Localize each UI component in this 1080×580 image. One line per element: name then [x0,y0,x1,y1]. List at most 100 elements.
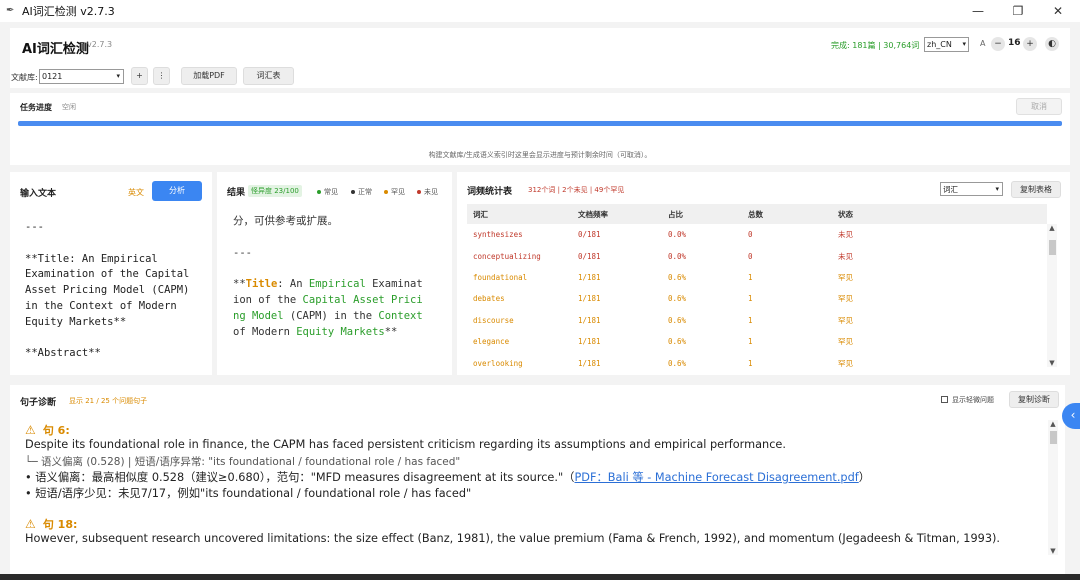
cell-df: 1/181 [578,358,601,368]
font-decrease-button[interactable]: − [991,37,1005,51]
column-header[interactable]: 占比 [662,204,742,224]
copy-diagnosis-button[interactable]: 复制诊断 [1009,391,1059,408]
app-brand: AI词汇检测 [22,42,89,57]
task-progress-panel: 任务进度 空闲 取消 构建文献库/生成语义索引时这里会显示进度与预计剩余时间（可… [10,93,1070,165]
analyze-button[interactable]: 分析 [152,181,202,201]
table-row[interactable]: elegance 1/181 0.6% 1 罕见 [467,331,1047,352]
sentence-header: ⚠ 句 18: [25,516,77,532]
close-button[interactable]: ✕ [1038,0,1078,22]
cell-word: debates [473,294,505,304]
locale-select[interactable]: zh_CN ▾ [924,37,969,52]
scroll-up-icon[interactable]: ▲ [1047,224,1057,232]
table-row[interactable]: foundational 1/181 0.6% 1 罕见 [467,267,1047,288]
more-options-button[interactable]: ⋮ [153,67,170,85]
column-header[interactable]: 词汇 [467,204,572,224]
dot-icon [417,190,421,194]
dot-icon [317,190,321,194]
cell-total: 1 [748,294,753,304]
scroll-thumb[interactable] [1049,240,1056,255]
cell-pct: 0.6% [668,337,687,347]
diagnosis-scrollbar[interactable]: ▲ ▼ [1048,420,1058,555]
feather-icon: ✒ [6,5,15,16]
cell-word: overlooking [473,358,523,368]
result-text-run: of Modern [233,325,290,338]
legend-label: 正常 [358,188,372,196]
scroll-down-icon[interactable]: ▼ [1047,359,1057,367]
input-textarea[interactable]: --- **Title: An Empirical Examination of… [25,220,201,362]
table-header-row: 词汇 文档频率 占比 总数 状态 [467,204,1047,224]
sentence-detail: └─ 语义偏离 (0.528) | 短语/语序异常: "its foundati… [25,456,461,468]
scroll-thumb[interactable] [1050,431,1057,444]
column-header[interactable]: 状态 [832,204,1047,224]
pdf-source-link[interactable]: PDF：Bali 等 - Machine Forecast Disagreeme… [574,471,858,484]
task-label: 任务进度 [20,103,52,112]
filter-value: 词汇 [943,185,958,194]
task-state: 空闲 [62,103,76,111]
cell-pct: 0.6% [668,315,687,325]
cell-df: 0/181 [578,251,601,261]
result-text-run: : An [277,278,309,291]
column-header[interactable]: 文档频率 [572,204,662,224]
corpus-label: 文献库: [11,73,38,82]
cell-status: 未见 [838,230,853,240]
cell-word: discourse [473,315,514,325]
sentence-text: Despite its foundational role in finance… [25,438,786,451]
common-word: Empirical [308,278,366,291]
column-header[interactable]: 总数 [742,204,832,224]
table-row[interactable]: overlooking 1/181 0.6% 1 罕见 [467,352,1047,373]
cell-status: 罕见 [838,358,853,368]
table-row[interactable]: debates 1/181 0.6% 1 罕见 [467,288,1047,309]
cell-word: synthesizes [473,230,523,240]
rare-word: Title [245,278,278,291]
app-version: v2.7.3 [87,40,113,49]
table-row[interactable]: conceptualizing 0/181 0.0% 0 未见 [467,245,1047,266]
font-increase-button[interactable]: + [1023,37,1037,51]
table-row[interactable]: synthesizes 0/181 0.0% 0 未见 [467,224,1047,245]
legend-label: 常见 [324,188,338,196]
frequency-title: 词频统计表 [467,187,513,197]
cell-df: 1/181 [578,315,601,325]
dot-icon [384,190,388,194]
load-pdf-button[interactable]: 加载PDF [181,67,237,85]
scroll-down-icon[interactable]: ▼ [1048,547,1058,555]
corpus-select[interactable]: 0121 ▾ [39,69,124,84]
cancel-button[interactable]: 取消 [1016,98,1062,115]
result-text: 分，可供参考或扩展。 --- **Title: An Empirical Exa… [233,214,439,340]
cell-status: 罕见 [838,272,853,282]
frequency-summary: 312个词 | 2个未见 | 49个罕见 [528,186,625,194]
frequency-scrollbar[interactable]: ▲ ▼ [1047,224,1057,367]
cell-pct: 0.6% [668,272,687,282]
diagnosis-count: 显示 21 / 25 个问题句子 [69,397,148,405]
warning-icon: ⚠ [25,423,36,437]
minimize-button[interactable]: — [958,0,998,22]
language-indicator: 英文 [128,188,144,197]
vocab-button[interactable]: 词汇表 [243,67,294,85]
show-minor-checkbox[interactable] [941,396,948,403]
sentence-number: 句 6: [42,424,70,437]
weirdness-badge: 怪异度 23/100 [248,185,302,197]
theme-toggle-icon[interactable]: ◐ [1045,37,1059,51]
bullet-text: • 语义偏离：最高相似度 0.528（建议≥0.680），范句："MFD mea… [25,471,575,484]
legend-normal: 正常 [351,187,372,197]
cell-status: 罕见 [838,294,853,304]
result-stars-close: ** [384,325,398,338]
title-bar: ✒ AI词汇检测 v2.7.3 — ❐ ✕ [0,0,1080,22]
result-panel: 结果 怪异度 23/100 常见 正常 罕见 未见 分，可供参考或扩展。 ---… [217,172,452,375]
add-corpus-button[interactable]: + [131,67,148,85]
dot-icon [351,190,355,194]
frequency-filter-select[interactable]: 词汇 ▾ [940,182,1003,196]
diagnosis-panel: 句子诊断 显示 21 / 25 个问题句子 显示轻微问题 复制诊断 ⚠ 句 6:… [10,385,1065,575]
copy-table-button[interactable]: 复制表格 [1011,181,1061,198]
legend-label: 未见 [424,188,438,196]
cell-df: 1/181 [578,337,601,347]
legend-label: 罕见 [391,188,405,196]
frequency-table: 词汇 文档频率 占比 总数 状态 synthesizes 0/181 0.0% 0 未见… [467,204,1047,374]
table-row[interactable]: discourse 1/181 0.6% 1 罕见 [467,310,1047,331]
scroll-up-icon[interactable]: ▲ [1048,420,1058,428]
maximize-button[interactable]: ❐ [998,0,1038,22]
result-title: 结果 [227,188,246,198]
result-divider: --- [233,246,252,259]
font-size-value: 16 [1008,38,1021,48]
task-hint: 构建文献库/生成语义索引时这里会显示进度与预计剩余时间（可取消）。 [428,151,652,159]
cell-total: 1 [748,337,753,347]
